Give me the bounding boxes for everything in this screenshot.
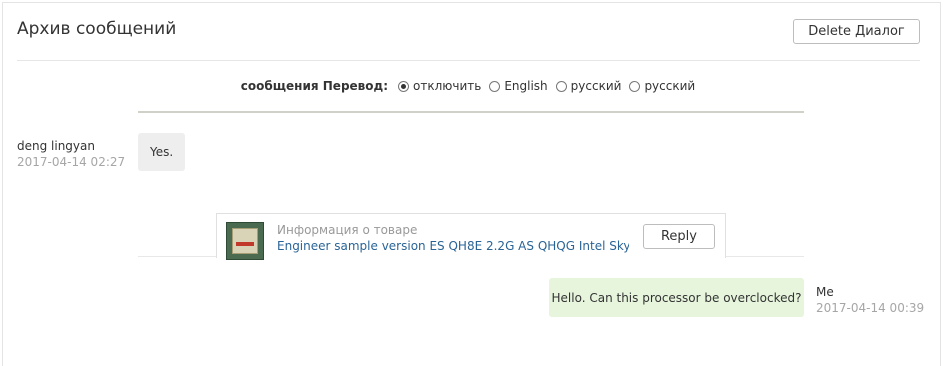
message-timestamp: 2017-04-14 00:39 bbox=[816, 301, 925, 315]
radio-checked-icon[interactable] bbox=[398, 80, 410, 92]
translation-option-russian-1[interactable]: русский bbox=[555, 79, 622, 93]
translation-option-off[interactable]: отключить bbox=[398, 79, 481, 93]
radio-unchecked-icon[interactable] bbox=[489, 80, 501, 92]
translation-option-label: English bbox=[504, 79, 548, 93]
message-timestamp: 2017-04-14 02:27 bbox=[17, 155, 126, 169]
translation-option-label: отключить bbox=[413, 79, 482, 93]
translation-bar: сообщения Перевод: отключить English рус… bbox=[0, 78, 944, 94]
header-divider bbox=[17, 60, 920, 61]
sender-name: deng lingyan bbox=[17, 139, 95, 153]
cpu-chip-icon bbox=[232, 228, 258, 254]
chip-label-mark bbox=[236, 242, 254, 246]
delete-dialog-button[interactable]: Delete Диалог bbox=[793, 19, 920, 44]
product-info-card: Информация о товаре Engineer sample vers… bbox=[216, 213, 726, 260]
incoming-message-bubble: Yes. bbox=[138, 133, 186, 171]
product-thumbnail[interactable] bbox=[226, 222, 264, 260]
translation-option-label: русский bbox=[570, 79, 622, 93]
translation-option-russian-2[interactable]: русский bbox=[629, 79, 695, 93]
sender-name: Me bbox=[816, 285, 834, 299]
translation-divider bbox=[138, 111, 804, 113]
translation-option-english[interactable]: English bbox=[489, 79, 548, 93]
translation-label: сообщения Перевод: bbox=[240, 79, 389, 93]
outgoing-message-bubble: Hello. Can this processor be overclocked… bbox=[549, 278, 804, 317]
product-caption: Информация о товаре bbox=[277, 223, 418, 237]
translation-option-label: русский bbox=[644, 79, 696, 93]
product-title-link[interactable]: Engineer sample version ES QH8E 2.2G AS … bbox=[277, 239, 629, 253]
incoming-sender-info: deng lingyan 2017-04-14 02:27 bbox=[17, 139, 135, 169]
page-title: Архив сообщений bbox=[17, 19, 177, 39]
radio-unchecked-icon[interactable] bbox=[629, 80, 641, 92]
radio-unchecked-icon[interactable] bbox=[555, 80, 567, 92]
outgoing-sender-info: Me 2017-04-14 00:39 bbox=[816, 285, 936, 315]
reply-button[interactable]: Reply bbox=[643, 224, 715, 249]
